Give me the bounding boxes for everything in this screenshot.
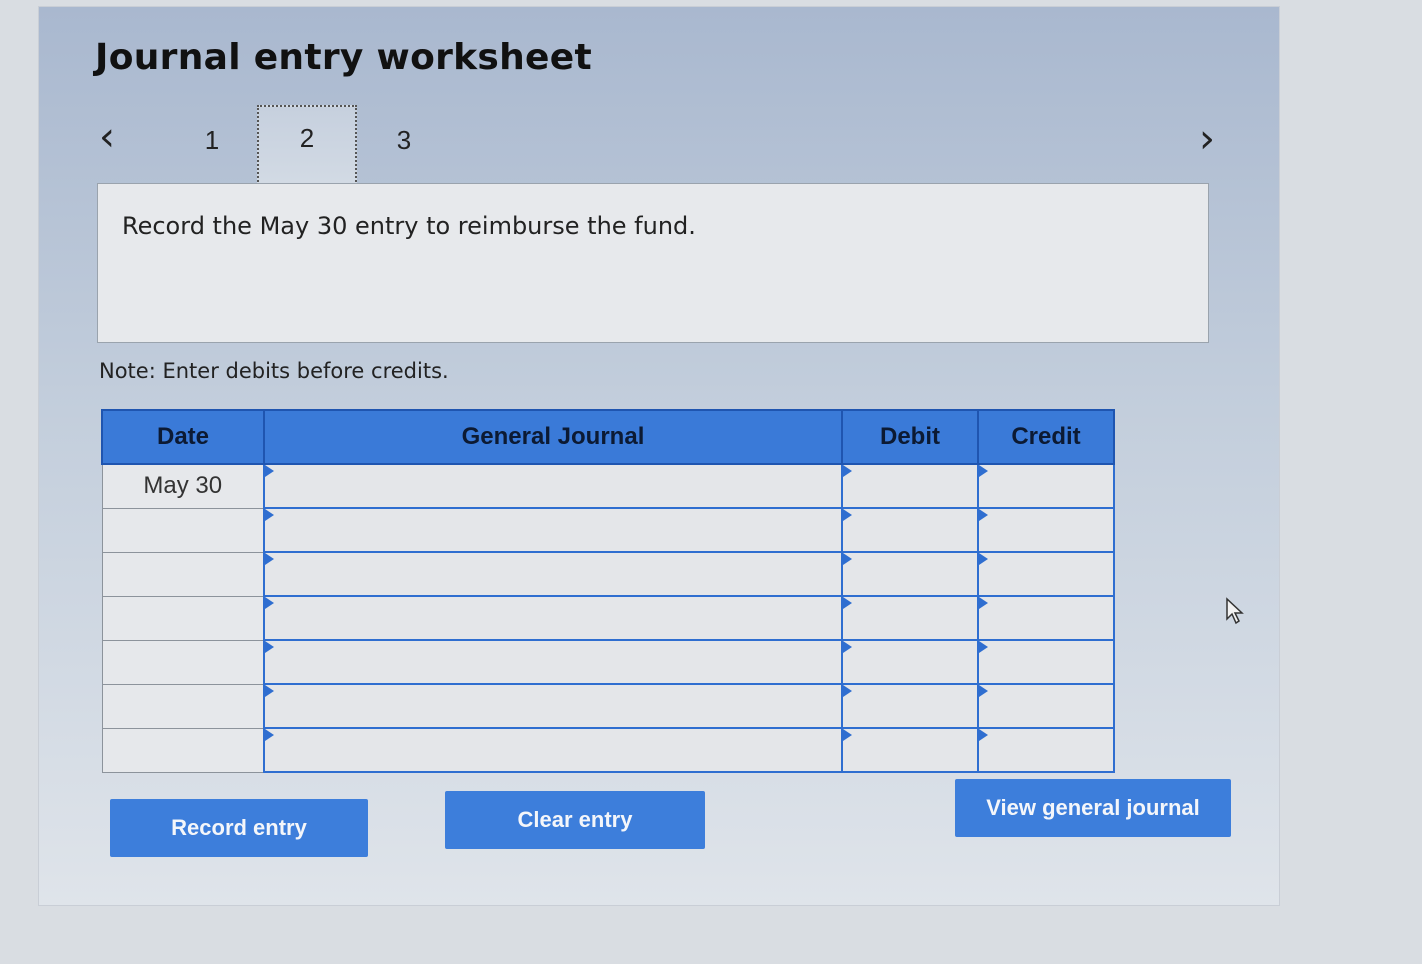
table-row bbox=[101, 551, 1115, 597]
table-row: May 30 bbox=[101, 463, 1115, 509]
debit-input[interactable] bbox=[841, 683, 979, 729]
table-row bbox=[101, 639, 1115, 685]
account-select[interactable] bbox=[263, 595, 843, 641]
account-select[interactable] bbox=[263, 683, 843, 729]
record-entry-button[interactable]: Record entry bbox=[110, 799, 368, 857]
date-cell bbox=[101, 507, 265, 553]
date-cell bbox=[101, 639, 265, 685]
table-row bbox=[101, 683, 1115, 729]
account-select[interactable] bbox=[263, 639, 843, 685]
step-tab-3[interactable]: 3 bbox=[389, 125, 419, 156]
step-tab-1[interactable]: 1 bbox=[197, 125, 227, 156]
clear-entry-button[interactable]: Clear entry bbox=[445, 791, 705, 849]
account-select[interactable] bbox=[263, 727, 843, 773]
debit-input[interactable] bbox=[841, 507, 979, 553]
header-debit: Debit bbox=[841, 409, 979, 465]
worksheet-panel: Journal entry worksheet ‹ 1 2 3 › Record… bbox=[38, 6, 1280, 906]
date-cell bbox=[101, 595, 265, 641]
table-row bbox=[101, 595, 1115, 641]
credit-input[interactable] bbox=[977, 551, 1115, 597]
account-select[interactable] bbox=[263, 507, 843, 553]
credit-input[interactable] bbox=[977, 683, 1115, 729]
date-cell bbox=[101, 727, 265, 773]
account-select[interactable] bbox=[263, 463, 843, 509]
mouse-pointer-icon bbox=[1226, 597, 1244, 625]
account-select[interactable] bbox=[263, 551, 843, 597]
page-title: Journal entry worksheet bbox=[95, 37, 592, 78]
chevron-right-icon[interactable]: › bbox=[1199, 119, 1215, 159]
header-credit: Credit bbox=[977, 409, 1115, 465]
header-general-journal: General Journal bbox=[263, 409, 843, 465]
debit-input[interactable] bbox=[841, 727, 979, 773]
step-tab-2-active[interactable]: 2 bbox=[257, 105, 357, 185]
debit-input[interactable] bbox=[841, 551, 979, 597]
credit-input[interactable] bbox=[977, 595, 1115, 641]
credit-input[interactable] bbox=[977, 727, 1115, 773]
table-header-row: Date General Journal Debit Credit bbox=[101, 409, 1115, 465]
debit-input[interactable] bbox=[841, 595, 979, 641]
debit-input[interactable] bbox=[841, 639, 979, 685]
credit-input[interactable] bbox=[977, 507, 1115, 553]
view-general-journal-button[interactable]: View general journal bbox=[955, 779, 1231, 837]
header-date: Date bbox=[101, 409, 265, 465]
instruction-box: Record the May 30 entry to reimburse the… bbox=[97, 183, 1209, 343]
table-row bbox=[101, 727, 1115, 773]
note-text: Note: Enter debits before credits. bbox=[99, 359, 449, 383]
date-cell bbox=[101, 551, 265, 597]
table-row bbox=[101, 507, 1115, 553]
date-cell: May 30 bbox=[101, 463, 265, 509]
credit-input[interactable] bbox=[977, 463, 1115, 509]
debit-input[interactable] bbox=[841, 463, 979, 509]
credit-input[interactable] bbox=[977, 639, 1115, 685]
chevron-left-icon[interactable]: ‹ bbox=[99, 117, 115, 157]
instruction-text: Record the May 30 entry to reimburse the… bbox=[122, 212, 696, 240]
date-cell bbox=[101, 683, 265, 729]
journal-table: Date General Journal Debit Credit May 30 bbox=[101, 409, 1115, 773]
